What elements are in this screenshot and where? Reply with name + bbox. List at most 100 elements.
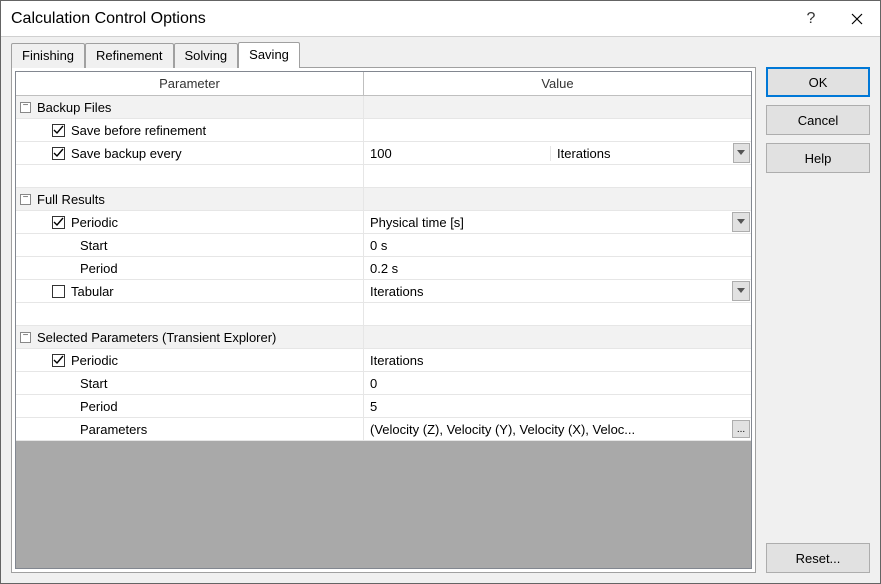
param-label: Periodic <box>71 215 118 230</box>
titlebar-help-button[interactable]: ? <box>788 1 834 36</box>
checkbox-full-tabular[interactable] <box>52 285 65 298</box>
row-sel-parameters: Parameters (Velocity (Z), Velocity (Y), … <box>16 418 751 441</box>
value-cell[interactable]: 5 <box>364 395 751 417</box>
value-cell: 100 Iterations <box>364 142 751 164</box>
full-period-value: 0.2 s <box>364 261 751 276</box>
titlebar: Calculation Control Options ? <box>1 1 880 37</box>
group-text: Selected Parameters (Transient Explorer) <box>37 330 276 345</box>
check-icon <box>53 148 64 159</box>
group-selected-parameters: Selected Parameters (Transient Explorer) <box>16 326 751 349</box>
group-value-empty <box>364 96 751 118</box>
sel-parameters-value[interactable]: (Velocity (Z), Velocity (Y), Velocity (X… <box>364 422 732 437</box>
param-label: Save before refinement <box>71 123 206 138</box>
param-cell: Period <box>16 395 364 417</box>
value-cell[interactable]: 0 <box>364 372 751 394</box>
param-cell: Periodic <box>16 211 364 233</box>
dialog-body: Finishing Refinement Solving Saving Para… <box>1 37 880 583</box>
group-text: Backup Files <box>37 100 111 115</box>
backup-unit-value[interactable]: Iterations <box>551 146 733 161</box>
property-grid: Parameter Value Backup Files <box>15 71 752 569</box>
dialog-window: Calculation Control Options ? Finishing … <box>0 0 881 584</box>
collapse-icon[interactable] <box>20 194 31 205</box>
check-icon <box>53 355 64 366</box>
chevron-down-icon <box>737 150 745 156</box>
value-cell <box>364 119 751 141</box>
full-periodic-dropdown[interactable] <box>732 212 750 232</box>
param-cell: Start <box>16 234 364 256</box>
close-icon <box>851 13 863 25</box>
chevron-down-icon <box>737 288 745 294</box>
row-sel-periodic: Periodic Iterations <box>16 349 751 372</box>
grid-empty-area <box>16 441 751 568</box>
sel-period-value: 5 <box>364 399 751 414</box>
check-icon <box>53 125 64 136</box>
collapse-icon[interactable] <box>20 332 31 343</box>
tab-solving[interactable]: Solving <box>174 43 239 68</box>
param-cell: Save backup every <box>16 142 364 164</box>
tab-refinement[interactable]: Refinement <box>85 43 173 68</box>
sel-parameters-browse-button[interactable]: ... <box>732 420 750 438</box>
value-cell[interactable]: 0 s <box>364 234 751 256</box>
param-label: Start <box>80 238 107 253</box>
param-cell: Parameters <box>16 418 364 440</box>
group-label[interactable]: Full Results <box>16 188 364 210</box>
value-cell: Iterations <box>364 280 751 302</box>
row-sel-period: Period 5 <box>16 395 751 418</box>
backup-count-value[interactable]: 100 <box>364 146 551 161</box>
header-value: Value <box>364 72 751 95</box>
param-cell: Save before refinement <box>16 119 364 141</box>
checkbox-full-periodic[interactable] <box>52 216 65 229</box>
header-parameter: Parameter <box>16 72 364 95</box>
checkbox-save-backup-every[interactable] <box>52 147 65 160</box>
tab-saving[interactable]: Saving <box>238 42 300 68</box>
spacer <box>766 181 870 535</box>
param-label: Save backup every <box>71 146 182 161</box>
full-tabular-dropdown[interactable] <box>732 281 750 301</box>
right-button-column: OK Cancel Help Reset... <box>766 41 870 573</box>
row-full-periodic: Periodic Physical time [s] <box>16 211 751 234</box>
value-cell[interactable]: Iterations <box>364 349 751 371</box>
row-full-start: Start 0 s <box>16 234 751 257</box>
value-cell: (Velocity (Z), Velocity (Y), Velocity (X… <box>364 418 751 440</box>
help-button[interactable]: Help <box>766 143 870 173</box>
grid-rows: Backup Files Save before refinement <box>16 96 751 441</box>
param-label: Period <box>80 261 118 276</box>
param-cell: Tabular <box>16 280 364 302</box>
group-label[interactable]: Selected Parameters (Transient Explorer) <box>16 326 364 348</box>
param-cell: Start <box>16 372 364 394</box>
full-tabular-value[interactable]: Iterations <box>364 284 732 299</box>
group-text: Full Results <box>37 192 105 207</box>
backup-unit-dropdown[interactable] <box>733 143 750 163</box>
full-start-value: 0 s <box>364 238 751 253</box>
collapse-icon[interactable] <box>20 102 31 113</box>
grid-header: Parameter Value <box>16 72 751 96</box>
group-backup-files: Backup Files <box>16 96 751 119</box>
sel-periodic-value: Iterations <box>364 353 751 368</box>
window-title: Calculation Control Options <box>11 10 788 28</box>
ok-button[interactable]: OK <box>766 67 870 97</box>
group-label[interactable]: Backup Files <box>16 96 364 118</box>
checkbox-save-before-refinement[interactable] <box>52 124 65 137</box>
left-column: Finishing Refinement Solving Saving Para… <box>11 41 756 573</box>
sel-start-value: 0 <box>364 376 751 391</box>
param-label: Period <box>80 399 118 414</box>
param-cell: Periodic <box>16 349 364 371</box>
titlebar-close-button[interactable] <box>834 1 880 36</box>
tab-finishing[interactable]: Finishing <box>11 43 85 68</box>
param-label: Parameters <box>80 422 147 437</box>
spacer-row <box>16 303 751 326</box>
row-full-period: Period 0.2 s <box>16 257 751 280</box>
tab-panel-saving: Parameter Value Backup Files <box>11 67 756 573</box>
value-cell[interactable]: 0.2 s <box>364 257 751 279</box>
cancel-button[interactable]: Cancel <box>766 105 870 135</box>
param-label: Start <box>80 376 107 391</box>
param-label: Periodic <box>71 353 118 368</box>
param-label: Tabular <box>71 284 114 299</box>
row-full-tabular: Tabular Iterations <box>16 280 751 303</box>
tab-strip: Finishing Refinement Solving Saving <box>11 41 756 67</box>
checkbox-sel-periodic[interactable] <box>52 354 65 367</box>
reset-button[interactable]: Reset... <box>766 543 870 573</box>
group-full-results: Full Results <box>16 188 751 211</box>
spacer-row <box>16 165 751 188</box>
full-periodic-value[interactable]: Physical time [s] <box>364 215 732 230</box>
